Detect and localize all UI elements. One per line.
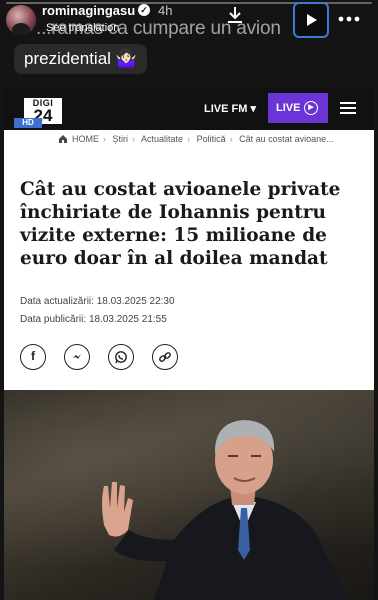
username[interactable]: rominagingasu [42, 3, 135, 18]
man-waving-image [102, 420, 349, 600]
download-icon[interactable] [222, 4, 248, 30]
updated-label: Data actualizării: [20, 296, 94, 307]
live-play-icon: ▶ [304, 101, 318, 115]
logo-hd-badge: HD [14, 118, 42, 128]
hamburger-menu-icon[interactable] [340, 102, 356, 114]
live-fm-dropdown[interactable]: LIVE FM ▾ [204, 102, 256, 115]
published-label: Data publicării: [20, 314, 87, 325]
breadcrumb-actualitate[interactable]: Actualitate [141, 134, 183, 144]
story-header: ...ramas ca cumpare un avion rominaginga… [0, 0, 378, 44]
see-translation-link[interactable]: See translation [46, 22, 119, 34]
breadcrumb-stiri[interactable]: Știri [113, 134, 129, 144]
breadcrumb-home[interactable]: HOME [72, 134, 99, 144]
facebook-icon[interactable]: f [20, 344, 46, 370]
breadcrumb-current: Cât au costat avioane... [239, 134, 334, 144]
published-date: Data publicării: 18.03.2025 21:55 [20, 314, 167, 325]
breadcrumb-politica[interactable]: Politică [197, 134, 226, 144]
whatsapp-icon[interactable] [108, 344, 134, 370]
breadcrumb: HOME › Știri › Actualitate › Politică › Cât … [72, 134, 334, 144]
live-button[interactable]: LIVE ▶ [268, 93, 328, 123]
story-time: 4h [158, 3, 173, 18]
article-headline: Cât au costat avioanele private închiria… [20, 179, 341, 269]
live-label: LIVE [276, 102, 301, 114]
story-caption: prezidential 🤷🏻‍♀️ [14, 44, 147, 74]
updated-value: 18.03.2025 22:30 [96, 296, 175, 307]
play-icon[interactable] [293, 2, 329, 38]
site-header: DIGI 24 HD LIVE FM ▾ LIVE ▶ [4, 88, 374, 130]
avatar[interactable] [6, 5, 36, 35]
home-icon[interactable] [58, 134, 68, 144]
article-photo [4, 390, 374, 600]
link-icon[interactable] [152, 344, 178, 370]
published-value: 18.03.2025 21:55 [88, 314, 167, 325]
updated-date: Data actualizării: 18.03.2025 22:30 [20, 296, 175, 307]
verified-badge-icon: ✓ [138, 4, 150, 16]
share-bar: f [20, 344, 220, 374]
more-icon[interactable] [334, 4, 364, 30]
article: HOME › Știri › Actualitate › Politică › Cât … [4, 130, 374, 390]
messenger-icon[interactable] [64, 344, 90, 370]
